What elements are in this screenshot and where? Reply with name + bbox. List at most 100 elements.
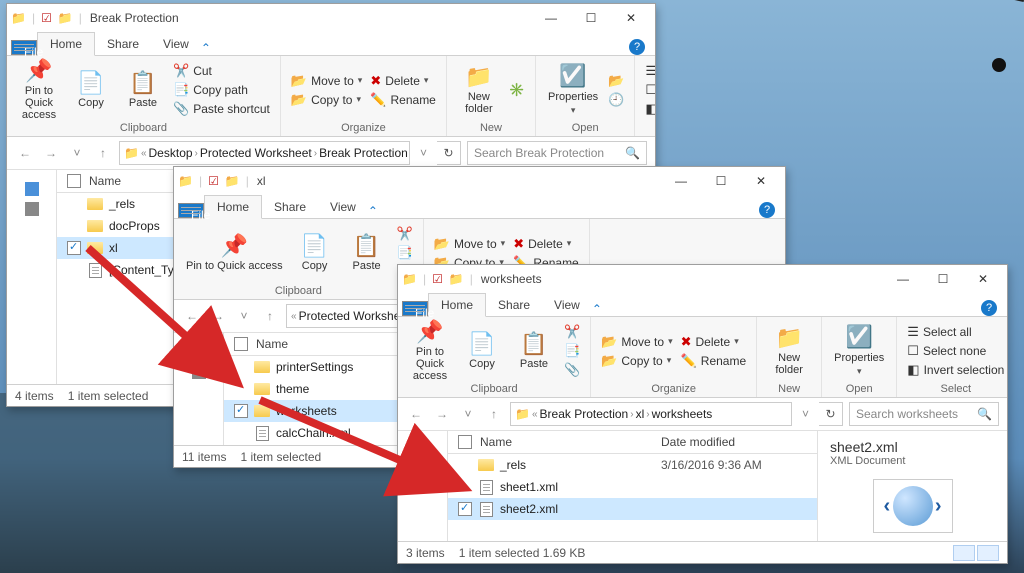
list-item[interactable]: sheet2.xml (448, 498, 817, 520)
help-button[interactable]: ? (759, 202, 775, 218)
copy-to-button[interactable]: 📂Copy to (599, 352, 674, 370)
select-all-checkbox[interactable] (67, 174, 81, 188)
row-checkbox[interactable] (458, 502, 472, 516)
select-all-checkbox[interactable] (234, 337, 248, 351)
breadcrumb[interactable]: 📁« Desktop› Protected Worksheet› Break P… (119, 141, 410, 165)
tab-share[interactable]: Share (262, 196, 318, 218)
column-headers[interactable]: NameDate modified (448, 431, 817, 454)
check-icon[interactable]: ☑ (432, 272, 443, 286)
pin-to-quick-access-button[interactable]: 📌Pin to Quick access (406, 321, 454, 381)
minimize-button[interactable]: — (661, 167, 701, 195)
tab-share[interactable]: Share (486, 294, 542, 316)
check-icon[interactable]: ☑ (41, 11, 52, 25)
paste-button[interactable]: 📋Paste (119, 60, 167, 120)
row-checkbox[interactable] (67, 241, 81, 255)
select-all-button[interactable]: ☰Select all (643, 62, 656, 80)
file-list[interactable]: _rels3/16/2016 9:36 AM sheet1.xml sheet2… (448, 454, 817, 541)
history-button[interactable]: 🕘 (606, 91, 626, 109)
minimize-button[interactable]: — (883, 265, 923, 293)
nav-pane[interactable] (398, 431, 448, 541)
refresh-button[interactable]: ↻ (437, 141, 461, 165)
copy-to-button[interactable]: 📂Copy to (289, 91, 364, 109)
recent-locations-button[interactable]: ˅ (234, 304, 254, 328)
maximize-button[interactable]: ☐ (571, 4, 611, 32)
tab-file[interactable]: File (402, 301, 428, 316)
new-folder-button[interactable]: 📁New folder (765, 321, 813, 381)
invert-selection-button[interactable]: ◧Invert selection (905, 361, 1006, 379)
collapse-ribbon-icon[interactable]: ⌃ (592, 302, 602, 316)
search-input[interactable]: Search worksheets🔍 (849, 402, 999, 426)
forward-button[interactable]: → (41, 141, 61, 165)
delete-button[interactable]: ✖Delete (511, 235, 581, 253)
check-icon[interactable]: ☑ (208, 174, 219, 188)
titlebar[interactable]: 📁|☑📁| worksheets —☐✕ (398, 265, 1007, 293)
titlebar[interactable]: 📁 | ☑ 📁 | Break Protection — ☐ ✕ (7, 4, 655, 32)
up-button[interactable]: ↑ (93, 141, 113, 165)
row-checkbox[interactable] (234, 404, 248, 418)
paste-button[interactable]: 📋Paste (343, 223, 391, 283)
maximize-button[interactable]: ☐ (923, 265, 963, 293)
tab-home[interactable]: Home (204, 195, 262, 219)
recent-locations-button[interactable]: ˅ (458, 402, 478, 426)
up-button[interactable]: ↑ (484, 402, 504, 426)
properties-button[interactable]: ☑️Properties (830, 321, 888, 381)
close-button[interactable]: ✕ (963, 265, 1003, 293)
breadcrumb-segment[interactable]: Protected Worksheet (200, 146, 312, 160)
minimize-button[interactable]: — (531, 4, 571, 32)
new-folder-button[interactable]: 📁New folder (455, 60, 503, 120)
copy-path-button[interactable]: 📑 (395, 244, 415, 262)
back-button[interactable]: ← (15, 141, 35, 165)
tab-view[interactable]: View (151, 33, 201, 55)
delete-button[interactable]: ✖Delete (679, 333, 749, 351)
open-button[interactable]: 📂 (606, 72, 626, 90)
up-button[interactable]: ↑ (260, 304, 280, 328)
forward-button[interactable]: → (208, 304, 228, 328)
collapse-ribbon-icon[interactable]: ⌃ (368, 204, 378, 218)
invert-selection-button[interactable]: ◧Invert selection (643, 100, 656, 118)
column-name[interactable]: Name (480, 435, 661, 449)
breadcrumb-segment[interactable]: worksheets (652, 407, 713, 421)
nav-pane[interactable] (174, 333, 224, 445)
titlebar[interactable]: 📁|☑📁| xl —☐✕ (174, 167, 785, 195)
view-large-button[interactable] (977, 545, 999, 561)
tab-file[interactable]: File (178, 203, 204, 218)
nav-pane[interactable] (7, 170, 57, 384)
rename-button[interactable]: ✏️Rename (679, 352, 749, 370)
tab-share[interactable]: Share (95, 33, 151, 55)
copy-button[interactable]: 📄Copy (67, 60, 115, 120)
select-none-button[interactable]: ☐Select none (905, 342, 1006, 360)
help-button[interactable]: ? (629, 39, 645, 55)
pin-to-quick-access-button[interactable]: 📌Pin to Quick access (15, 60, 63, 120)
cut-button[interactable]: ✂️ (395, 225, 415, 243)
breadcrumb-segment[interactable]: Break Protection (319, 146, 408, 160)
tab-home[interactable]: Home (37, 32, 95, 56)
back-button[interactable]: ← (406, 402, 426, 426)
search-input[interactable]: Search Break Protection🔍 (467, 141, 647, 165)
quick-access-icon[interactable] (416, 443, 430, 457)
list-item[interactable]: sheet1.xml (448, 476, 817, 498)
select-all-button[interactable]: ☰Select all (905, 323, 1006, 341)
tab-file[interactable]: File (11, 40, 37, 55)
maximize-button[interactable]: ☐ (701, 167, 741, 195)
paste-shortcut-button[interactable]: 📎 (562, 361, 582, 379)
move-to-button[interactable]: 📂Move to (599, 333, 674, 351)
breadcrumb-segment[interactable]: Break Protection (540, 407, 629, 421)
breadcrumb[interactable]: 📁« Break Protection› xl› worksheets (510, 402, 792, 426)
pin-to-quick-access-button[interactable]: 📌Pin to Quick access (182, 223, 287, 283)
list-item[interactable]: _rels3/16/2016 9:36 AM (448, 454, 817, 476)
copy-button[interactable]: 📄Copy (291, 223, 339, 283)
back-button[interactable]: ← (182, 304, 202, 328)
refresh-button[interactable]: ↻ (819, 402, 843, 426)
close-button[interactable]: ✕ (611, 4, 651, 32)
select-none-button[interactable]: ☐Select none (643, 81, 656, 99)
tab-home[interactable]: Home (428, 293, 486, 317)
tab-view[interactable]: View (318, 196, 368, 218)
cut-button[interactable]: ✂️Cut (171, 62, 272, 80)
copy-path-button[interactable]: 📑Copy path (171, 81, 272, 99)
breadcrumb-segment[interactable]: Desktop (149, 146, 193, 160)
paste-shortcut-button[interactable]: 📎Paste shortcut (171, 100, 272, 118)
move-to-button[interactable]: 📂Move to (432, 235, 507, 253)
column-date[interactable]: Date modified (661, 435, 811, 449)
delete-button[interactable]: ✖Delete (368, 72, 438, 90)
new-item-button[interactable]: ✳️ (507, 81, 527, 99)
